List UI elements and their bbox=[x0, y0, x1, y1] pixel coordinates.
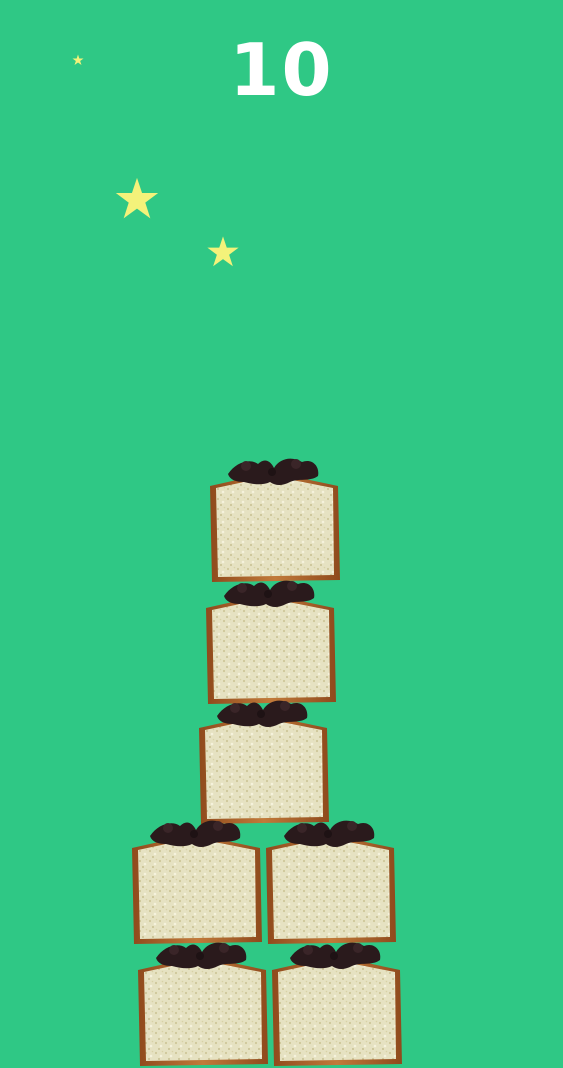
cake-slice-icon bbox=[195, 698, 331, 826]
star-icon bbox=[114, 176, 160, 222]
star-icon bbox=[72, 54, 84, 66]
cake-block bbox=[195, 698, 331, 826]
cake-block bbox=[202, 578, 338, 706]
cake-block bbox=[128, 818, 264, 946]
cake-block-top bbox=[206, 456, 342, 584]
cake-slice-icon bbox=[268, 940, 404, 1068]
star-icon bbox=[206, 235, 240, 269]
cake-block bbox=[134, 940, 270, 1068]
cake-block bbox=[262, 818, 398, 946]
cake-slice-icon bbox=[134, 940, 270, 1068]
cake-slice-icon bbox=[128, 818, 264, 946]
cake-slice-icon bbox=[262, 818, 398, 946]
score-counter: 10 bbox=[229, 28, 334, 112]
cake-block bbox=[268, 940, 404, 1068]
cake-slice-icon bbox=[206, 456, 342, 584]
cake-slice-icon bbox=[202, 578, 338, 706]
